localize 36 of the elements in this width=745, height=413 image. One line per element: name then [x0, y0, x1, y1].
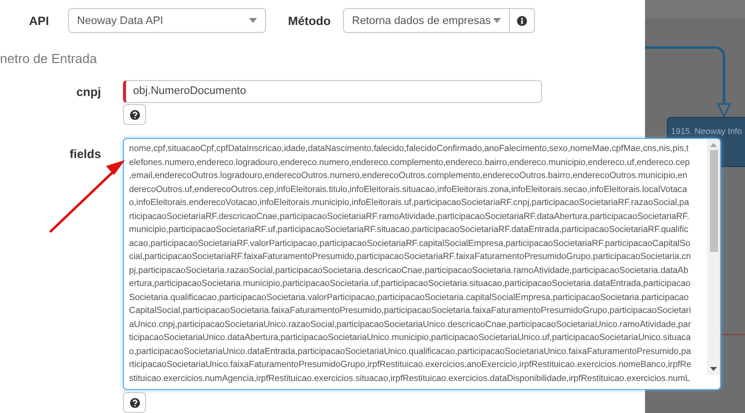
help-button[interactable]: [123, 392, 146, 413]
question-icon: [130, 398, 140, 408]
fields-textarea[interactable]: [123, 138, 721, 390]
cnpj-input[interactable]: obj.NumeroDocumento: [123, 80, 542, 103]
text-line: ertura,participacaoSocietaria.municipio,participacaoSocietaria.uf,participacaoSocietaria.situacao,participacaoSocietaria.dataEntrada,participacao: [129, 277, 691, 290]
text-line: acao,participacaoSocietariaRF.valorParticipacao,participacaoSocietariaRF.capitalSocialEmpresa,participacaoSocietariaRF.participacaoCapitalSo: [129, 236, 690, 250]
method-label: Método: [287, 12, 332, 30]
method-select[interactable]: Retorna dados de empresas: [343, 8, 510, 34]
text-line: rticipacaoSocietariaUnico.faixaFaturamentoPresumidoGrupo,irpfRestituicao.exercicios.anoExercicio,irpfRestituicao.exercicios.nomeBanco,irpfRe: [129, 358, 692, 371]
api-select[interactable]: Neoway Data API: [68, 8, 266, 34]
text-line: aUnico.cnpj,participacaoSocietariaUnico.razaoSocial,participacaoSocietariaUnico.descricaoCnae,participacaoSocietariaUnico.ramoAtividade,par: [129, 318, 691, 331]
scroll-down-icon: [710, 367, 717, 371]
text-line: cial,participacaoSocietariaRF.faixaFaturamentoPresumido,participacaoSocietariaRF.faixaFaturamentoPresumidoGrupo,participacaoSocietaria.cn: [129, 250, 691, 263]
text-line: derecoOutros.uf,enderecoOutros.cep,infoEleitorais.titulo,infoEleitorais.situacao,infoEleitorais.zona,infoEleitorais.secao,infoEleitorais.localVotaca: [129, 182, 687, 196]
text-line: stituicao.exercicios.numAgencia,irpfRestituicao.exercicios.situacao,irpfRestituicao.exercicios.dataDisponibilidade,irpfRestituicao.exercicios.numL: [129, 372, 690, 385]
text-line: municipio,participacaoSocietariaRF.uf,participacaoSocietariaRF.situacao,participacaoSocietariaRF.dataEntrada,participacaoSocietariaRF.qualific: [129, 223, 688, 236]
field-label: fields: [68, 146, 102, 163]
text-line: Societaria.qualificacao,participacaoSocietaria.valorParticipacao,participacaoSocietaria.capitalSocialEmpresa,participacaoSocietaria.participacao: [129, 290, 689, 304]
field-label: cnpj: [75, 84, 102, 100]
text-line: rticipacaoSocietariaRF.descricaoCnae,participacaoSocietariaRF.ramoAtividade,participacaoSocietariaRF.dataAbertura,participacaoSocietariaRF.: [129, 210, 690, 223]
text-line: pj,participacaoSocietaria.razaoSocial,participacaoSocietaria.descricaoCnae,participacaoSocietaria.ramoAtividade,participacaoSocietaria.dataAb: [129, 264, 688, 277]
text-line: o,infoEleitorais.enderecoVotacao,infoEleitorais.municipio,infoEleitorais.uf,participacaoSocietariaRF.cnpj,participacaoSocietariaRF.razaoSocial,pa: [129, 196, 690, 209]
text-line: CapitalSocial,participacaoSocietaria.faixaFaturamentoPresumido,participacaoSocietaria.faixaFaturamentoPresumidoGrupo,participacaoSocietari: [129, 304, 691, 317]
info-button[interactable]: [510, 8, 535, 34]
caret-icon: [249, 18, 257, 24]
text-line: ticipacaoSocietariaUnico.dataAbertura,participacaoSocietariaUnico.municipio,participacaoSocietariaUnico.uf,participacaoSocietariaUnico.situaca: [129, 331, 691, 344]
api-label: API: [28, 12, 50, 30]
scrollbar-thumb[interactable]: [710, 150, 718, 252]
info-icon: [517, 16, 527, 26]
help-button[interactable]: [123, 104, 146, 125]
text-line: ,email,enderecoOutros.logradouro,enderecoOutros.numero,enderecoOutros.complemento,enderecoOutros.bairro,enderecoOutros.municipio,en: [129, 169, 688, 182]
section-title: netro de Entrada: [0, 50, 98, 68]
caret-icon: [493, 18, 501, 24]
question-icon: [130, 110, 140, 120]
text-line: o,participacaoSocietariaUnico.dataEntrada,participacaoSocietariaUnico.qualificacao,participacaoSocietariaUnico.faixaFaturamentoPresumido,pa: [129, 344, 691, 358]
scroll-up-icon: [710, 143, 717, 147]
